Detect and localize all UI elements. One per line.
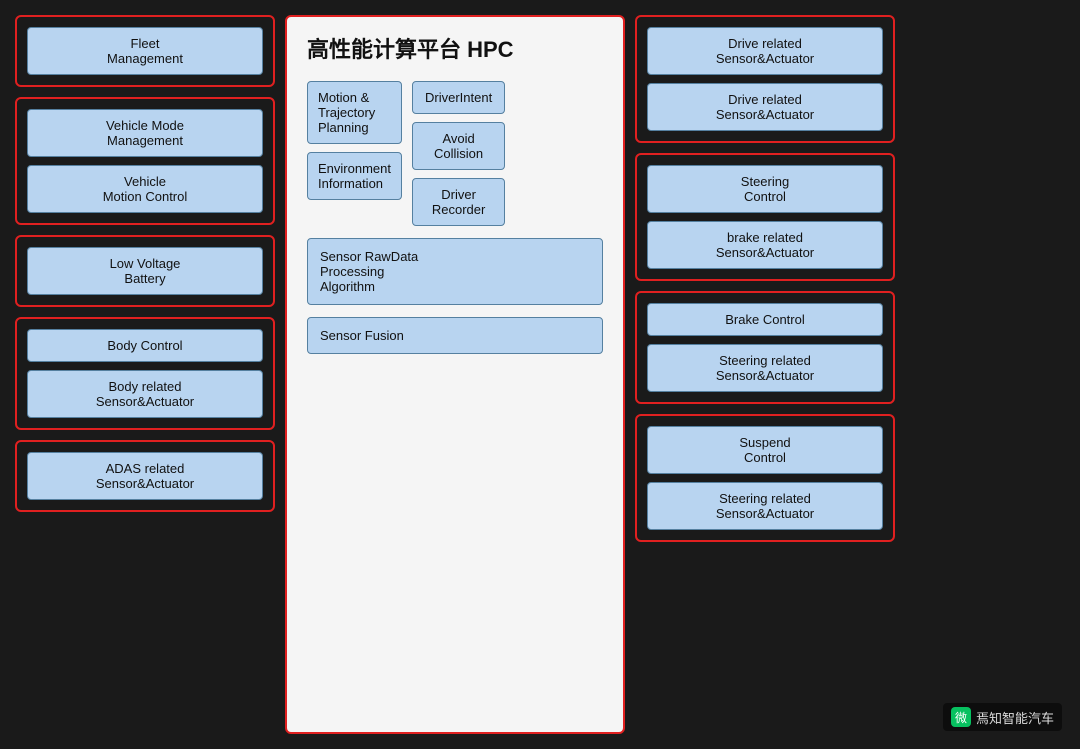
steering-sensor-actuator-2-block: Steering relatedSensor&Actuator	[647, 482, 883, 530]
vehicle-motion-control-block: VehicleMotion Control	[27, 165, 263, 213]
drive-sensor-1-block: Drive relatedSensor&Actuator	[647, 27, 883, 75]
hpc-title-text: 高性能计算平台	[307, 37, 467, 62]
battery-box: Low VoltageBattery	[15, 235, 275, 307]
hpc-title: 高性能计算平台 HPC	[307, 32, 603, 64]
watermark: 微 焉知智能汽车	[943, 703, 1062, 731]
fleet-box: FleetManagement	[15, 15, 275, 87]
brake-sensor-actuator-block: brake relatedSensor&Actuator	[647, 221, 883, 269]
hpc-row1-right: DriverIntent AvoidCollision DriverRecord…	[412, 81, 505, 226]
steering-sensor-actuator-1-block: Steering relatedSensor&Actuator	[647, 344, 883, 392]
hpc-center: 高性能计算平台 HPC Motion &TrajectoryPlanning E…	[285, 15, 625, 734]
hpc-title-bold: HPC	[467, 37, 513, 62]
left-column: FleetManagement Vehicle ModeManagement V…	[15, 15, 275, 734]
body-box: Body Control Body relatedSensor&Actuator	[15, 317, 275, 430]
fleet-management-block: FleetManagement	[27, 27, 263, 75]
brake-control-box: Brake Control Steering relatedSensor&Act…	[635, 291, 895, 404]
sensor-rawdata-block: Sensor RawDataProcessingAlgorithm	[307, 238, 603, 305]
avoid-collision-block: AvoidCollision	[412, 122, 505, 170]
driver-recorder-block: DriverRecorder	[412, 178, 505, 226]
environment-information-block: EnvironmentInformation	[307, 152, 402, 200]
adas-sensor-actuator-block: ADAS relatedSensor&Actuator	[27, 452, 263, 500]
hpc-row1-left: Motion &TrajectoryPlanning EnvironmentIn…	[307, 81, 402, 200]
sensor-fusion-block: Sensor Fusion	[307, 317, 603, 354]
body-control-block: Body Control	[27, 329, 263, 362]
driver-intent-block: DriverIntent	[412, 81, 505, 114]
body-sensor-actuator-block: Body relatedSensor&Actuator	[27, 370, 263, 418]
steering-control-block: SteeringControl	[647, 165, 883, 213]
main-container: FleetManagement Vehicle ModeManagement V…	[0, 0, 1080, 749]
hpc-row1: Motion &TrajectoryPlanning EnvironmentIn…	[307, 81, 603, 226]
low-voltage-battery-block: Low VoltageBattery	[27, 247, 263, 295]
steering-brake-box: SteeringControl brake relatedSensor&Actu…	[635, 153, 895, 281]
vehicle-mode-box: Vehicle ModeManagement VehicleMotion Con…	[15, 97, 275, 225]
brake-control-block: Brake Control	[647, 303, 883, 336]
vehicle-mode-management-block: Vehicle ModeManagement	[27, 109, 263, 157]
right-column: Drive relatedSensor&Actuator Drive relat…	[635, 15, 895, 734]
motion-trajectory-planning-block: Motion &TrajectoryPlanning	[307, 81, 402, 144]
adas-box: ADAS relatedSensor&Actuator	[15, 440, 275, 512]
suspend-control-block: SuspendControl	[647, 426, 883, 474]
drive-sensors-box: Drive relatedSensor&Actuator Drive relat…	[635, 15, 895, 143]
watermark-text: 焉知智能汽车	[976, 708, 1054, 727]
drive-sensor-2-block: Drive relatedSensor&Actuator	[647, 83, 883, 131]
wechat-icon: 微	[951, 707, 971, 727]
suspend-control-box: SuspendControl Steering relatedSensor&Ac…	[635, 414, 895, 542]
